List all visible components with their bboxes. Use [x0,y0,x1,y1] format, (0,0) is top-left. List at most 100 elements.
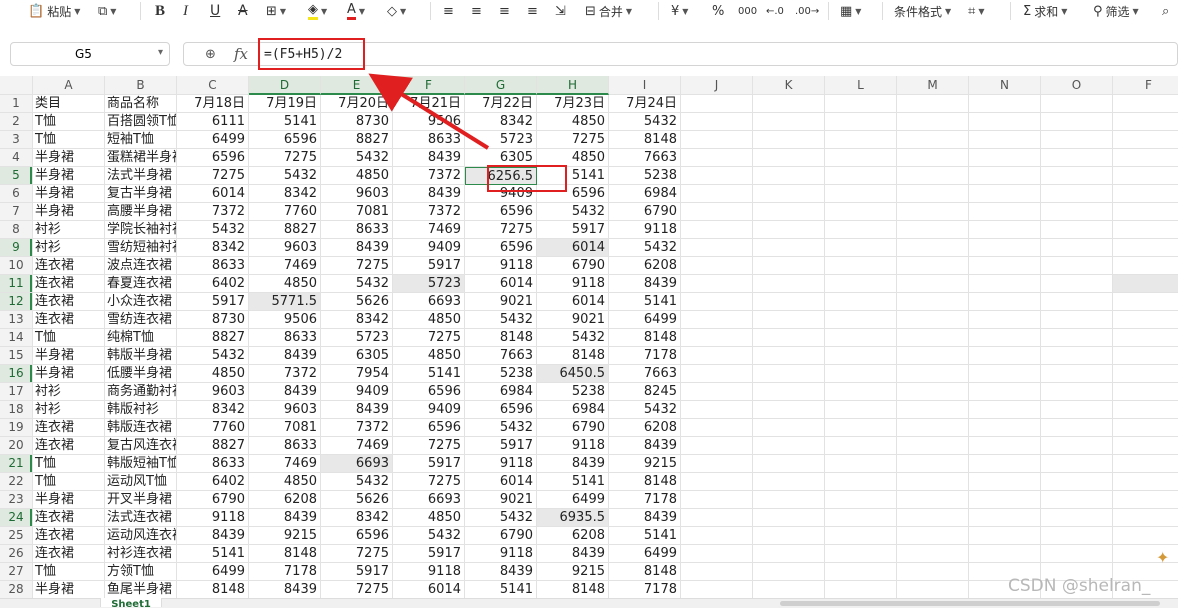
table-cell[interactable]: 7469 [249,257,321,275]
table-cell[interactable] [969,293,1041,311]
table-cell[interactable]: 7372 [321,419,393,437]
table-cell[interactable] [969,203,1041,221]
table-cell[interactable] [1113,455,1178,473]
table-cell[interactable]: 8342 [177,239,249,257]
table-cell[interactable]: 法式连衣裙 [105,509,177,527]
table-cell[interactable]: 9118 [537,437,609,455]
table-cell[interactable] [1041,257,1113,275]
column-header-F[interactable]: F [1113,76,1178,95]
table-cell[interactable]: 6499 [177,563,249,581]
table-cell[interactable]: 雪纺短袖衬衫 [105,239,177,257]
table-cell[interactable]: 6596 [465,239,537,257]
table-cell[interactable]: 5432 [465,419,537,437]
table-cell[interactable] [1041,365,1113,383]
table-cell[interactable] [1041,383,1113,401]
table-cell[interactable] [969,491,1041,509]
table-cell[interactable]: 5917 [393,455,465,473]
table-cell[interactable]: 5432 [609,401,681,419]
table-cell[interactable] [681,581,753,599]
table-cell[interactable]: 6208 [249,491,321,509]
align-left-button[interactable]: ≡ [443,0,454,22]
table-cell[interactable]: 8439 [609,275,681,293]
row-header[interactable]: 19 [0,419,33,437]
table-cell[interactable]: 5432 [609,239,681,257]
table-cell[interactable]: 8342 [465,113,537,131]
table-cell[interactable]: 6596 [465,401,537,419]
table-cell[interactable] [825,311,897,329]
table-cell[interactable]: 5626 [321,491,393,509]
table-cell[interactable]: 6790 [537,419,609,437]
table-cell[interactable] [897,275,969,293]
row-header[interactable]: 13 [0,311,33,329]
table-cell[interactable]: 7275 [321,257,393,275]
table-cell[interactable]: 7月24日 [609,95,681,113]
table-cell[interactable] [753,347,825,365]
row-header[interactable]: 25 [0,527,33,545]
table-cell[interactable] [753,149,825,167]
table-cell[interactable]: 5141 [609,527,681,545]
table-cell[interactable] [753,185,825,203]
sum-button[interactable]: Σ 求和 ▼ [1023,0,1067,22]
table-cell[interactable] [1041,203,1113,221]
row-header[interactable]: 14 [0,329,33,347]
table-cell[interactable]: 6790 [177,491,249,509]
table-cell[interactable]: 9409 [321,383,393,401]
table-cell[interactable]: 半身裙 [33,347,105,365]
table-cell[interactable]: 9603 [177,383,249,401]
fx-icon[interactable]: fx [234,45,248,63]
table-cell[interactable]: 8439 [537,455,609,473]
table-cell[interactable] [753,131,825,149]
table-cell[interactable]: 6111 [177,113,249,131]
table-cell[interactable]: 9506 [249,311,321,329]
table-cell[interactable]: 6014 [177,185,249,203]
table-cell[interactable] [753,527,825,545]
table-cell[interactable] [1041,131,1113,149]
table-cell[interactable] [1113,347,1178,365]
table-cell[interactable]: 7275 [321,545,393,563]
table-cell[interactable]: 7469 [321,437,393,455]
table-cell[interactable]: 9409 [393,239,465,257]
table-cell[interactable] [825,473,897,491]
table-cell[interactable]: 5432 [321,149,393,167]
table-cell[interactable]: 5432 [537,203,609,221]
table-cell[interactable]: 8148 [537,581,609,599]
table-cell[interactable] [1041,545,1113,563]
increase-decimal-button[interactable]: ←.0 [766,0,784,22]
table-cell[interactable] [753,257,825,275]
table-cell[interactable]: 5432 [249,167,321,185]
table-cell[interactable]: 7275 [393,329,465,347]
table-cell[interactable]: 5771.5 [249,293,321,311]
table-cell[interactable] [681,167,753,185]
table-cell[interactable] [1113,293,1178,311]
merge-button[interactable]: ⊟ 合并 ▼ [585,0,632,22]
table-cell[interactable]: 7275 [465,221,537,239]
table-cell[interactable]: 高腰半身裙 [105,203,177,221]
table-cell[interactable] [1041,311,1113,329]
table-cell[interactable]: 7372 [249,365,321,383]
table-cell[interactable]: 8439 [249,347,321,365]
table-cell[interactable]: 9118 [537,275,609,293]
table-cell[interactable] [825,221,897,239]
table-cell[interactable]: 7469 [393,221,465,239]
table-cell[interactable]: 8633 [249,437,321,455]
table-cell[interactable]: T恤 [33,455,105,473]
table-cell[interactable] [969,473,1041,491]
table-cell[interactable]: 商品名称 [105,95,177,113]
fill-color-button[interactable]: ◈ ▼ [308,0,327,22]
table-cell[interactable] [753,293,825,311]
table-cell[interactable] [825,563,897,581]
table-cell[interactable] [681,131,753,149]
table-cell[interactable]: 8439 [249,581,321,599]
table-cell[interactable] [681,311,753,329]
table-cell[interactable]: 7663 [465,347,537,365]
row-header[interactable]: 17 [0,383,33,401]
column-header-N[interactable]: N [969,76,1041,95]
table-cell[interactable]: T恤 [33,563,105,581]
table-cell[interactable]: 7760 [249,203,321,221]
row-header[interactable]: 22 [0,473,33,491]
table-cell[interactable]: 4850 [537,113,609,131]
table-cell[interactable]: 4850 [393,509,465,527]
table-cell[interactable]: 6596 [393,383,465,401]
paste-button[interactable]: 📋 粘贴 ▼ [28,0,80,22]
table-cell[interactable] [681,185,753,203]
